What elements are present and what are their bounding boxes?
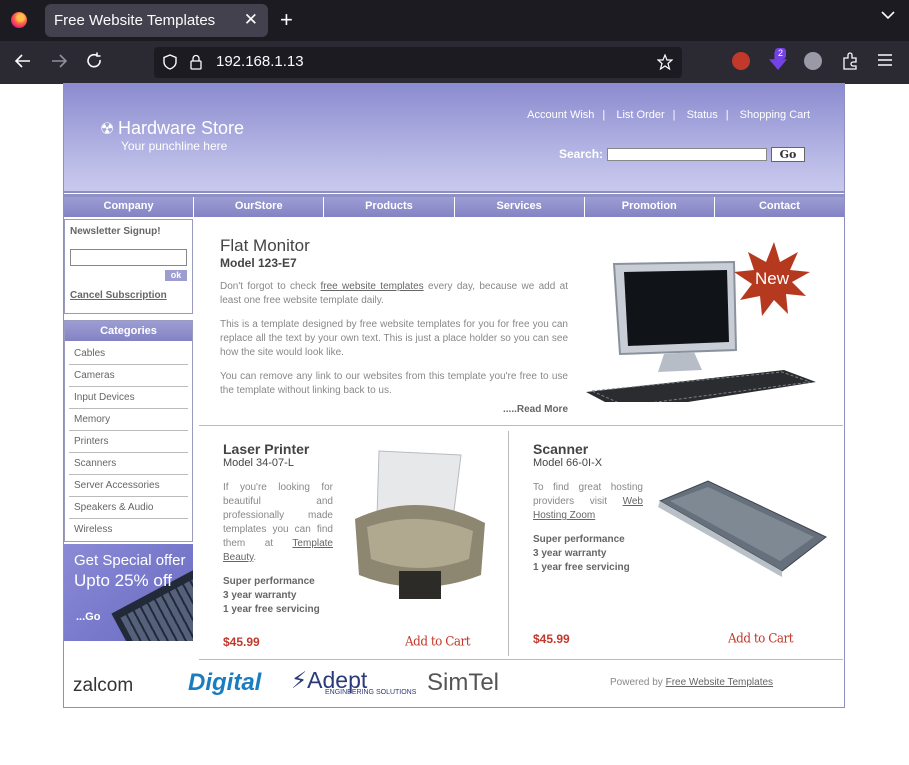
product-description: If you're looking for beautiful and prof… [223, 482, 333, 563]
reload-icon[interactable] [83, 51, 107, 71]
newsletter-box: Newsletter Signup! ok Cancel Subscriptio… [64, 219, 193, 314]
tab-title: Free Website Templates [54, 12, 216, 29]
header: ☢ Hardware Store Your punchline here Acco… [64, 84, 844, 191]
read-more-link[interactable]: .....Read More [503, 404, 568, 415]
product-price: $45.99 [223, 635, 260, 649]
menu-item-services[interactable]: Services [454, 197, 585, 217]
category-cameras[interactable]: Cameras [69, 365, 188, 387]
product-card-scanner: Scanner Model 66-0I-X To find great host… [510, 431, 843, 656]
category-wireless[interactable]: Wireless [69, 519, 188, 541]
newsletter-email-input[interactable] [70, 249, 187, 266]
product-model: Model 34-07-L [223, 457, 294, 469]
menu-item-contact[interactable]: Contact [714, 197, 845, 217]
special-offer-banner[interactable]: Get Special offer Upto 25% off ...Go [64, 544, 193, 641]
extension-icon[interactable] [732, 52, 750, 70]
zalcom-logo[interactable]: zalcom [73, 675, 133, 697]
categories-list: Cables Cameras Input Devices Memory Prin… [65, 341, 192, 541]
newsletter-ok-button[interactable]: ok [165, 270, 187, 281]
search-input[interactable] [607, 148, 767, 161]
category-memory[interactable]: Memory [69, 409, 188, 431]
menu-icon[interactable] [877, 52, 895, 70]
cancel-subscription-link[interactable]: Cancel Subscription [70, 290, 167, 301]
menu-item-company[interactable]: Company [64, 197, 195, 217]
product-description: To find great hosting providers visit We… [533, 482, 643, 521]
main-menu: Company OurStore Products Services Promo… [64, 197, 845, 217]
store-logo[interactable]: ☢ Hardware Store Your punchline here [100, 118, 244, 153]
digital-logo[interactable]: Digital [188, 669, 261, 697]
category-speakers-audio[interactable]: Speakers & Audio [69, 497, 188, 519]
feature-paragraph-2: This is a template designed by free webs… [220, 319, 568, 358]
product-card-laser-printer: Laser Printer Model 34-07-L If you're lo… [199, 431, 509, 656]
browser-tab-bar: Free Website Templates ✕ + [0, 0, 909, 41]
newsletter-title: Newsletter Signup! [70, 226, 161, 237]
account-wish-link[interactable]: Account Wish [527, 109, 594, 121]
radiation-icon: ☢ [100, 121, 115, 138]
logo-tagline: Your punchline here [121, 139, 228, 153]
search-go-button[interactable]: Go [771, 147, 805, 162]
logo-name: Hardware Store [118, 118, 245, 138]
categories-title: Categories [65, 321, 192, 341]
header-divider [64, 191, 844, 193]
promo-line2: Upto 25% off [74, 571, 172, 590]
feature-title: Flat Monitor [220, 236, 310, 255]
promo-line1: Get Special offer [74, 552, 186, 569]
category-input-devices[interactable]: Input Devices [69, 387, 188, 409]
bookmark-star-icon[interactable] [657, 54, 673, 70]
footer: zalcom Digital ⚡Adept ENGINEERING SOLUTI… [64, 659, 844, 707]
url-text[interactable]: 192.168.1.13 [216, 53, 304, 70]
shopping-cart-link[interactable]: Shopping Cart [740, 109, 810, 121]
shield-icon[interactable] [163, 54, 177, 70]
menu-item-products[interactable]: Products [324, 197, 455, 217]
category-server-accessories[interactable]: Server Accessories [69, 475, 188, 497]
flat-monitor-image[interactable]: New [584, 242, 824, 402]
product-title: Scanner [533, 441, 589, 457]
status-link[interactable]: Status [687, 109, 718, 121]
lock-icon[interactable] [190, 54, 202, 70]
free-templates-link[interactable]: free website templates [320, 281, 423, 292]
page: ☢ Hardware Store Your punchline here Acco… [63, 83, 845, 708]
profile-extension-icon[interactable] [804, 52, 822, 70]
product-title: Laser Printer [223, 441, 310, 457]
chevron-down-icon[interactable] [881, 10, 895, 20]
menu-item-ourstore[interactable]: OurStore [194, 197, 325, 217]
back-icon[interactable] [11, 51, 35, 71]
forward-icon[interactable] [47, 51, 71, 71]
feature-model: Model 123-E7 [220, 256, 297, 270]
product-price: $45.99 [533, 632, 570, 646]
browser-tab[interactable]: Free Website Templates ✕ [45, 4, 268, 37]
adept-logo[interactable]: ⚡Adept ENGINEERING SOLUTIONS [291, 667, 416, 696]
free-website-templates-link[interactable]: Free Website Templates [666, 677, 773, 688]
firefox-icon [11, 12, 27, 28]
featured-product: Flat Monitor Model 123-E7 Don't forgot t… [199, 218, 843, 426]
close-tab-icon[interactable]: ✕ [244, 10, 258, 30]
browser-nav-bar: 192.168.1.13 [0, 41, 909, 84]
url-bar[interactable]: 192.168.1.13 [154, 47, 682, 78]
lightning-icon: ⚡ [291, 667, 308, 693]
product-features: Super performance 3 year warranty 1 year f… [533, 534, 630, 573]
top-links: Account Wish | List Order | Status | Shoppi… [527, 109, 810, 121]
product-features: Super performance 3 year warranty 1 year f… [223, 576, 320, 615]
powered-by: Powered by Free Website Templates [610, 677, 774, 688]
scanner-image[interactable] [654, 477, 828, 577]
extension-badge: 2 [775, 48, 787, 59]
list-order-link[interactable]: List Order [616, 109, 664, 121]
product-model: Model 66-0I-X [533, 457, 603, 469]
search-label: Search: [559, 147, 604, 161]
category-printers[interactable]: Printers [69, 431, 188, 453]
footer-divider [199, 659, 843, 660]
new-badge: New [755, 269, 790, 288]
promo-go-link[interactable]: ...Go [76, 611, 100, 623]
menu-item-promotion[interactable]: Promotion [584, 197, 715, 217]
add-to-cart-button[interactable]: Add to Cart [728, 630, 794, 645]
new-tab-icon[interactable]: + [280, 7, 293, 33]
add-to-cart-button[interactable]: Add to Cart [405, 633, 471, 648]
category-scanners[interactable]: Scanners [69, 453, 188, 475]
simtel-logo[interactable]: SimTel [427, 669, 499, 697]
feature-paragraph-3: You can remove any link to our websites … [220, 371, 568, 396]
category-cables[interactable]: Cables [69, 343, 188, 365]
feature-paragraph-1: Don't forgot to check free website templ… [220, 281, 568, 306]
puzzle-icon[interactable] [841, 52, 859, 70]
laser-printer-image[interactable] [349, 449, 491, 604]
categories-box: Categories Cables Cameras Input Devices … [64, 320, 193, 542]
